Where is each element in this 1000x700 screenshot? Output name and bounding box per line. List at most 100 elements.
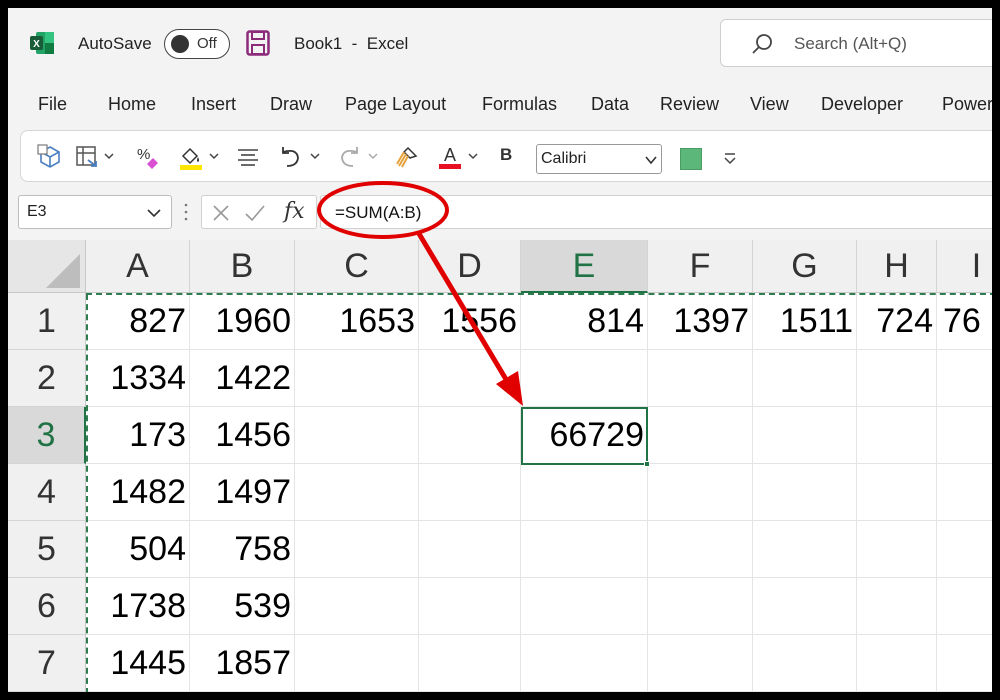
tab-data[interactable]: Data xyxy=(591,94,629,115)
formula-text: =SUM(A:B) xyxy=(335,203,422,222)
gridline xyxy=(856,293,857,692)
chevron-down-icon[interactable] xyxy=(147,208,161,218)
cell-a5[interactable]: 504 xyxy=(86,521,190,578)
search-placeholder: Search (Alt+Q) xyxy=(794,34,907,53)
fill-handle[interactable] xyxy=(644,461,650,467)
cell-g1[interactable]: 1511 xyxy=(753,293,857,350)
svg-text:A: A xyxy=(444,145,456,165)
bold-button[interactable]: B xyxy=(500,145,512,165)
gridline xyxy=(936,293,937,692)
redo-icon[interactable] xyxy=(337,144,363,170)
font-color-icon[interactable]: A xyxy=(437,144,463,170)
tab-review[interactable]: Review xyxy=(660,94,719,115)
formula-input[interactable]: =SUM(A:B) xyxy=(320,195,992,229)
autosave-state: Off xyxy=(197,35,217,52)
autosave-toggle[interactable]: Off xyxy=(164,29,230,59)
column-header-h[interactable]: H xyxy=(857,240,937,293)
document-title: Book1 - Excel xyxy=(294,34,409,53)
search-box[interactable]: Search (Alt+Q) xyxy=(720,19,992,67)
cell-a1[interactable]: 827 xyxy=(86,293,190,350)
cell-a4[interactable]: 1482 xyxy=(86,464,190,521)
cell-a3[interactable]: 173 xyxy=(86,407,190,464)
cell-a7[interactable]: 1445 xyxy=(86,635,190,692)
gridline xyxy=(418,293,419,692)
cell-d1[interactable]: 1556 xyxy=(419,293,521,350)
active-cell-outline[interactable] xyxy=(521,407,648,465)
font-name-select[interactable]: Calibri xyxy=(536,144,662,174)
row-header-2[interactable]: 2 xyxy=(8,350,86,407)
autosave-label: AutoSave xyxy=(78,34,152,53)
cell-a6[interactable]: 1738 xyxy=(86,578,190,635)
cell-i1[interactable]: 76 xyxy=(937,293,992,350)
align-icon[interactable] xyxy=(235,144,261,170)
row-header-7[interactable]: 7 xyxy=(8,635,86,692)
column-header-g[interactable]: G xyxy=(753,240,857,293)
worksheet-grid[interactable]: ABCDEFGHI 1234567 827 1960 1653 1556 814 1397… xyxy=(8,240,992,692)
select-all-button[interactable] xyxy=(8,240,86,293)
tab-insert[interactable]: Insert xyxy=(191,94,236,115)
tab-power[interactable]: Power xyxy=(942,94,992,115)
chevron-down-icon[interactable] xyxy=(310,152,320,160)
save-icon[interactable] xyxy=(246,30,270,56)
quick-ribbon: % A B Calibri xyxy=(20,130,992,182)
drag-handle-icon[interactable] xyxy=(184,202,188,222)
3d-models-icon[interactable] xyxy=(37,144,63,170)
gridline xyxy=(647,293,648,692)
menu-bar: File Home Insert Draw Page Layout Formul… xyxy=(8,90,992,122)
copy-marquee xyxy=(86,294,88,692)
column-header-e[interactable]: E xyxy=(521,240,648,293)
cell-f1[interactable]: 1397 xyxy=(648,293,753,350)
fill-color-swatch[interactable] xyxy=(680,148,702,170)
row-header-1[interactable]: 1 xyxy=(8,293,86,350)
column-header-f[interactable]: F xyxy=(648,240,753,293)
cell-b6[interactable]: 539 xyxy=(190,578,295,635)
excel-logo-icon: X xyxy=(30,32,54,54)
copy-marquee xyxy=(86,293,992,295)
tab-view[interactable]: View xyxy=(750,94,789,115)
column-header-a[interactable]: A xyxy=(86,240,190,293)
row-header-4[interactable]: 4 xyxy=(8,464,86,521)
enter-check-icon[interactable] xyxy=(244,204,266,222)
cell-b1[interactable]: 1960 xyxy=(190,293,295,350)
cancel-icon[interactable] xyxy=(212,204,230,222)
gridline xyxy=(752,293,753,692)
svg-text:X: X xyxy=(33,39,40,50)
row-header-6[interactable]: 6 xyxy=(8,578,86,635)
customize-toolbar-icon[interactable] xyxy=(722,144,738,170)
tab-file[interactable]: File xyxy=(38,94,67,115)
cell-h1[interactable]: 724 xyxy=(857,293,937,350)
column-header-d[interactable]: D xyxy=(419,240,521,293)
gridline xyxy=(520,293,521,692)
tab-formulas[interactable]: Formulas xyxy=(482,94,557,115)
cell-b2[interactable]: 1422 xyxy=(190,350,295,407)
insert-function-button[interactable]: fx xyxy=(284,199,305,224)
excel-window: X AutoSave Off Book1 - Excel Search (Alt… xyxy=(8,8,992,692)
row-header-3[interactable]: 3 xyxy=(8,407,86,464)
cell-e1[interactable]: 814 xyxy=(521,293,648,350)
tab-page-layout[interactable]: Page Layout xyxy=(345,94,446,115)
cell-b3[interactable]: 1456 xyxy=(190,407,295,464)
cell-b4[interactable]: 1497 xyxy=(190,464,295,521)
fill-color-icon[interactable] xyxy=(178,144,204,170)
column-header-c[interactable]: C xyxy=(295,240,419,293)
tab-draw[interactable]: Draw xyxy=(270,94,312,115)
svg-text:%: % xyxy=(137,146,150,163)
cell-b5[interactable]: 758 xyxy=(190,521,295,578)
chevron-down-icon[interactable] xyxy=(209,152,219,160)
percent-style-icon[interactable]: % xyxy=(135,144,161,170)
pivot-table-icon[interactable] xyxy=(74,144,100,170)
chevron-down-icon[interactable] xyxy=(104,152,114,160)
name-box[interactable]: E3 xyxy=(18,195,172,229)
column-header-i[interactable]: I xyxy=(937,240,992,293)
column-header-b[interactable]: B xyxy=(190,240,295,293)
cell-c1[interactable]: 1653 xyxy=(295,293,419,350)
chevron-down-icon[interactable] xyxy=(468,152,478,160)
tab-developer[interactable]: Developer xyxy=(821,94,903,115)
chevron-down-icon[interactable] xyxy=(368,152,378,160)
row-header-5[interactable]: 5 xyxy=(8,521,86,578)
tab-home[interactable]: Home xyxy=(108,94,156,115)
format-painter-icon[interactable] xyxy=(394,144,420,170)
undo-icon[interactable] xyxy=(277,144,303,170)
cell-a2[interactable]: 1334 xyxy=(86,350,190,407)
cell-b7[interactable]: 1857 xyxy=(190,635,295,692)
